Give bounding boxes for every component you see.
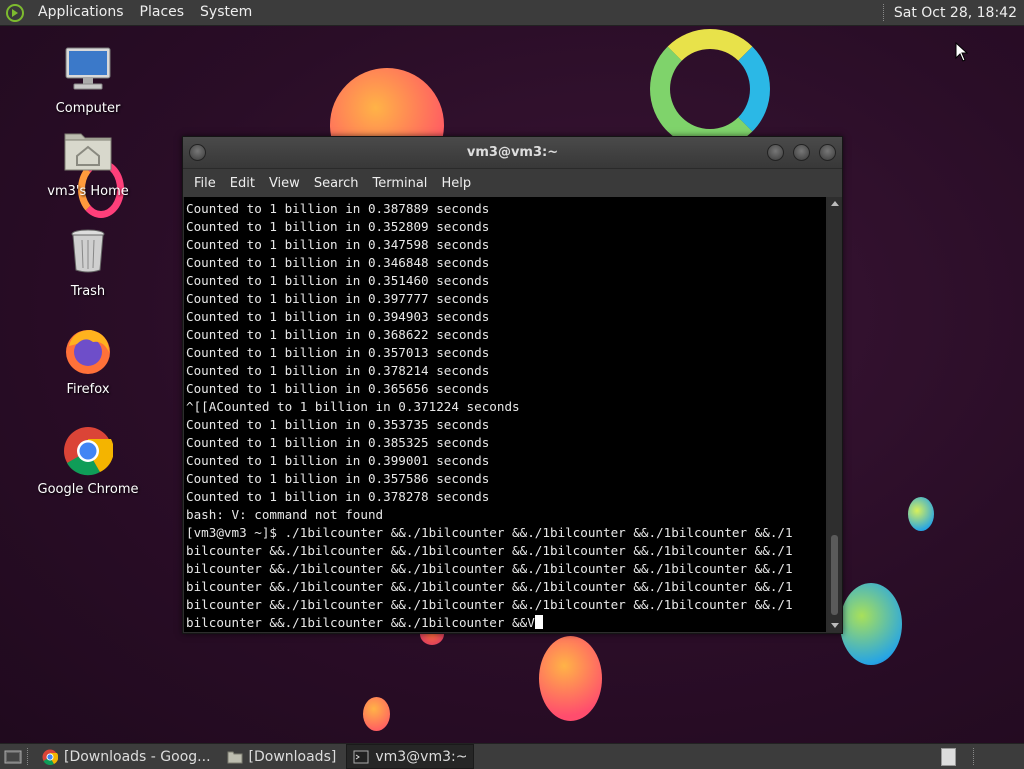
- terminal-line: Counted to 1 billion in 0.378278 seconds: [186, 489, 490, 504]
- home-folder-icon: [63, 128, 113, 178]
- terminal-line: Counted to 1 billion in 0.347598 seconds: [186, 237, 490, 252]
- clock-area: Sat Oct 28, 18:42: [882, 0, 1024, 25]
- desktop-icon-trash[interactable]: Trash: [33, 228, 143, 299]
- desktop-icon-computer[interactable]: Computer: [33, 45, 143, 116]
- menu-search[interactable]: Search: [307, 176, 366, 191]
- wallpaper-blue-blob: [908, 497, 934, 531]
- menu-view[interactable]: View: [262, 176, 307, 191]
- clock[interactable]: Sat Oct 28, 18:42: [894, 5, 1024, 21]
- menu-edit[interactable]: Edit: [223, 176, 262, 191]
- terminal-line: Counted to 1 billion in 0.387889 seconds: [186, 201, 490, 216]
- terminal-line: Counted to 1 billion in 0.353735 seconds: [186, 417, 490, 432]
- desktop-icon-label: Google Chrome: [37, 482, 139, 497]
- terminal-line: Counted to 1 billion in 0.399001 seconds: [186, 453, 490, 468]
- terminal-line: ^[[ACounted to 1 billion in 0.371224 sec…: [186, 399, 520, 414]
- places-menu[interactable]: Places: [132, 0, 193, 25]
- desktop-icon-label: Trash: [70, 284, 106, 299]
- firefox-icon: [63, 326, 113, 376]
- terminal-window: vm3@vm3:~ File Edit View Search Terminal…: [182, 136, 843, 634]
- terminal-line: Counted to 1 billion in 0.394903 seconds: [186, 309, 490, 324]
- taskbar-grip: [973, 748, 974, 765]
- task-label: [Downloads]: [248, 748, 337, 765]
- minimize-button[interactable]: [767, 144, 784, 161]
- top-menu: Applications Places System: [0, 0, 260, 25]
- trash-icon: [63, 228, 113, 278]
- terminal-line: bash: V: command not found: [186, 507, 384, 522]
- desktop-icon-label: Firefox: [66, 382, 110, 397]
- wallpaper-tiny-blob: [363, 697, 390, 731]
- show-desktop-icon[interactable]: [4, 749, 22, 765]
- terminal-line: [vm3@vm3 ~]$ ./1bilcounter &&./1bilcount…: [186, 525, 793, 540]
- system-menu[interactable]: System: [192, 0, 260, 25]
- terminal-text: Counted to 1 billion in 0.387889 seconds…: [184, 197, 826, 632]
- prompt-text: bilcounter &&./1bilcounter &&./1bilcount…: [186, 615, 535, 630]
- terminal-line: bilcounter &&./1bilcounter &&./1bilcount…: [186, 579, 793, 594]
- folder-icon: [227, 751, 243, 763]
- terminal-prompt-line: bilcounter &&./1bilcounter &&./1bilcount…: [186, 614, 826, 632]
- scrollbar-thumb[interactable]: [831, 535, 838, 615]
- chrome-icon: [63, 426, 114, 476]
- terminal-line: Counted to 1 billion in 0.378214 seconds: [186, 363, 490, 378]
- window-title: vm3@vm3:~: [466, 145, 559, 160]
- terminal-line: Counted to 1 billion in 0.351460 seconds: [186, 273, 490, 288]
- terminal-line: Counted to 1 billion in 0.352809 seconds: [186, 219, 490, 234]
- menu-help[interactable]: Help: [434, 176, 478, 191]
- desktop-icon-home[interactable]: vm3's Home: [33, 128, 143, 199]
- computer-icon: [63, 45, 113, 95]
- terminal-line: Counted to 1 billion in 0.368622 seconds: [186, 327, 490, 342]
- wallpaper-green-blob: [840, 583, 902, 665]
- desktop-icon-label: Computer: [55, 101, 121, 116]
- terminal-line: Counted to 1 billion in 0.346848 seconds: [186, 255, 490, 270]
- top-panel: Applications Places System Sat Oct 28, 1…: [0, 0, 1024, 26]
- scroll-up-arrow-icon[interactable]: [831, 201, 839, 206]
- task-terminal[interactable]: vm3@vm3:~: [346, 744, 475, 769]
- terminal-line: Counted to 1 billion in 0.365656 seconds: [186, 381, 490, 396]
- terminal-line: bilcounter &&./1bilcounter &&./1bilcount…: [186, 561, 793, 576]
- desktop-icon-chrome[interactable]: Google Chrome: [33, 426, 143, 497]
- taskbar-grip: [27, 748, 30, 765]
- workspace-switcher[interactable]: [941, 748, 956, 766]
- terminal-line: bilcounter &&./1bilcounter &&./1bilcount…: [186, 597, 793, 612]
- task-downloads-folder[interactable]: [Downloads]: [221, 745, 343, 768]
- panel-grip: [882, 4, 886, 21]
- wallpaper-pink-blob: [539, 636, 602, 721]
- maximize-button[interactable]: [793, 144, 810, 161]
- terminal-line: Counted to 1 billion in 0.385325 seconds: [186, 435, 490, 450]
- mouse-pointer-icon: [955, 42, 969, 62]
- task-chrome-downloads[interactable]: [Downloads - Goog...: [36, 745, 217, 768]
- applications-menu[interactable]: Applications: [30, 0, 132, 25]
- task-label: [Downloads - Goog...: [64, 748, 211, 765]
- terminal-menubar: File Edit View Search Terminal Help: [183, 169, 842, 197]
- scroll-down-arrow-icon[interactable]: [831, 623, 839, 628]
- terminal-scrollbar[interactable]: [828, 197, 841, 632]
- task-label: vm3@vm3:~: [375, 748, 468, 765]
- window-titlebar[interactable]: vm3@vm3:~: [183, 137, 842, 169]
- terminal-output[interactable]: Counted to 1 billion in 0.387889 seconds…: [184, 197, 826, 632]
- text-cursor: [534, 615, 543, 629]
- terminal-line: Counted to 1 billion in 0.397777 seconds: [186, 291, 490, 306]
- desktop-icon-label: vm3's Home: [47, 184, 129, 199]
- bottom-taskbar: [Downloads - Goog... [Downloads] vm3@vm3…: [0, 743, 1024, 769]
- terminal-line: Counted to 1 billion in 0.357586 seconds: [186, 471, 490, 486]
- terminal-icon: [353, 750, 369, 763]
- chrome-icon: [42, 749, 58, 765]
- menu-file[interactable]: File: [187, 176, 223, 191]
- desktop-icon-firefox[interactable]: Firefox: [33, 326, 143, 397]
- menu-terminal[interactable]: Terminal: [365, 176, 434, 191]
- close-button[interactable]: [819, 144, 836, 161]
- terminal-line: Counted to 1 billion in 0.357013 seconds: [186, 345, 490, 360]
- terminal-line: bilcounter &&./1bilcounter &&./1bilcount…: [186, 543, 793, 558]
- wallpaper-ring: [650, 29, 770, 149]
- distro-logo-icon[interactable]: [6, 3, 24, 22]
